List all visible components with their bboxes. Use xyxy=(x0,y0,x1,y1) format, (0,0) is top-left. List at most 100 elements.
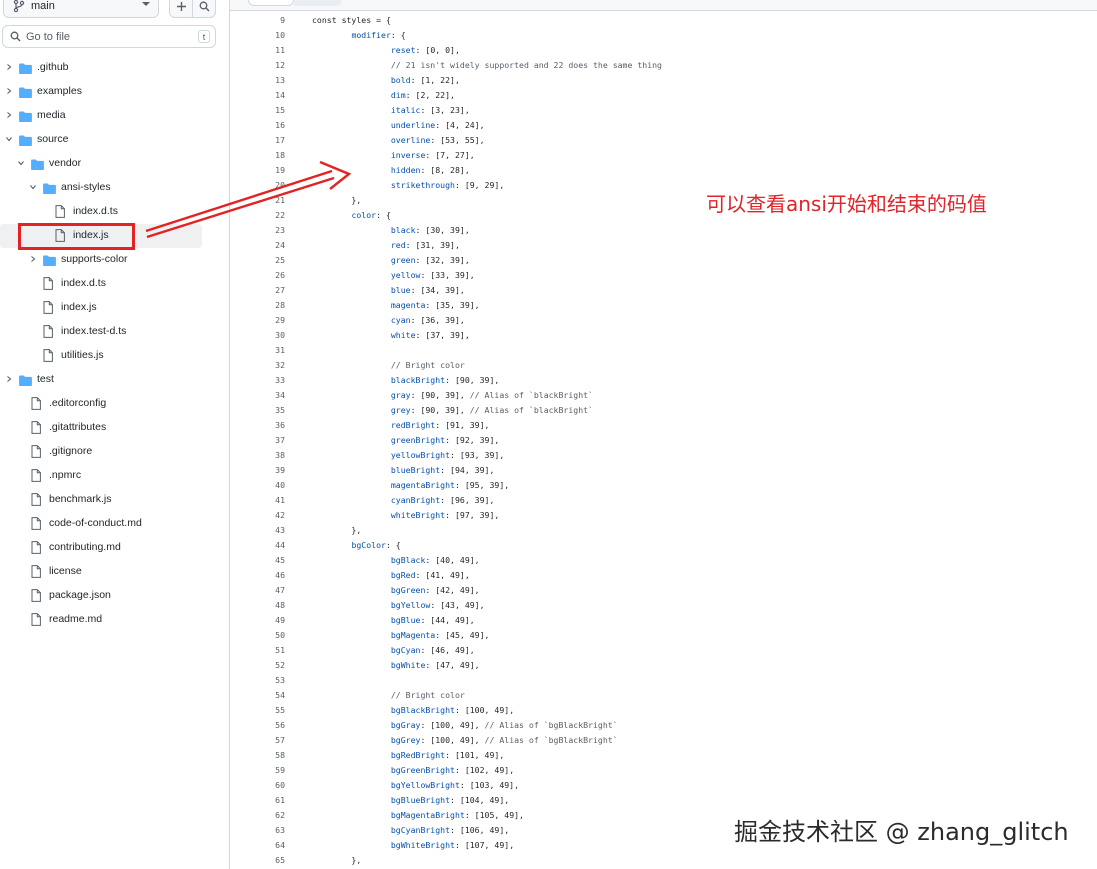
chevron-right-icon[interactable] xyxy=(6,88,12,94)
line-number[interactable]: 12 xyxy=(230,58,285,73)
line-number[interactable]: 17 xyxy=(230,133,285,148)
line-number[interactable]: 28 xyxy=(230,298,285,313)
code-text: strikethrough: [9, 29], xyxy=(390,180,505,190)
line-number[interactable]: 65 xyxy=(230,853,285,868)
line-number[interactable]: 62 xyxy=(230,808,285,823)
chevron-right-icon[interactable] xyxy=(6,112,12,118)
line-number[interactable]: 33 xyxy=(230,373,285,388)
line-number[interactable]: 14 xyxy=(230,88,285,103)
line-number[interactable]: 46 xyxy=(230,568,285,583)
line-number[interactable]: 22 xyxy=(230,208,285,223)
line-number[interactable]: 35 xyxy=(230,403,285,418)
tree-file-row[interactable]: code-of-conduct.md xyxy=(0,512,229,536)
line-number[interactable]: 38 xyxy=(230,448,285,463)
line-number[interactable]: 61 xyxy=(230,793,285,808)
line-number[interactable]: 30 xyxy=(230,328,285,343)
line-number[interactable]: 23 xyxy=(230,223,285,238)
tree-file-row[interactable]: index.d.ts xyxy=(0,272,229,296)
line-number[interactable]: 10 xyxy=(230,28,285,43)
tree-folder-row[interactable]: ansi-styles xyxy=(0,176,229,200)
line-number[interactable]: 26 xyxy=(230,268,285,283)
line-number[interactable]: 34 xyxy=(230,388,285,403)
line-number[interactable]: 63 xyxy=(230,823,285,838)
tree-file-row[interactable]: .gitignore xyxy=(0,440,229,464)
line-number[interactable]: 20 xyxy=(230,178,285,193)
line-number[interactable]: 57 xyxy=(230,733,285,748)
tree-folder-row[interactable]: examples xyxy=(0,80,229,104)
chevron-right-icon[interactable] xyxy=(6,376,12,382)
line-number[interactable]: 21 xyxy=(230,193,285,208)
tree-folder-row[interactable]: vendor xyxy=(0,152,229,176)
tree-file-row[interactable]: utilities.js xyxy=(0,344,229,368)
add-file-button[interactable] xyxy=(169,0,193,18)
line-number[interactable]: 36 xyxy=(230,418,285,433)
line-number[interactable]: 29 xyxy=(230,313,285,328)
line-number[interactable]: 47 xyxy=(230,583,285,598)
line-number[interactable]: 59 xyxy=(230,763,285,778)
chevron-down-icon[interactable] xyxy=(18,160,24,166)
line-number[interactable]: 51 xyxy=(230,643,285,658)
tree-file-row[interactable]: .npmrc xyxy=(0,464,229,488)
line-number[interactable]: 64 xyxy=(230,838,285,853)
tree-folder-row[interactable]: media xyxy=(0,104,229,128)
line-number[interactable]: 31 xyxy=(230,343,285,358)
line-number[interactable]: 18 xyxy=(230,148,285,163)
tree-file-row[interactable]: index.js xyxy=(0,296,229,320)
line-number[interactable]: 37 xyxy=(230,433,285,448)
line-number[interactable]: 41 xyxy=(230,493,285,508)
line-number[interactable]: 40 xyxy=(230,478,285,493)
tree-file-row[interactable]: index.test-d.ts xyxy=(0,320,229,344)
line-number[interactable]: 60 xyxy=(230,778,285,793)
tree-folder-row[interactable]: supports-color xyxy=(0,248,229,272)
line-number[interactable]: 49 xyxy=(230,613,285,628)
line-number[interactable]: 54 xyxy=(230,688,285,703)
line-number[interactable]: 39 xyxy=(230,463,285,478)
tree-file-row[interactable]: contributing.md xyxy=(0,536,229,560)
tab-code[interactable] xyxy=(248,0,294,6)
line-number[interactable]: 24 xyxy=(230,238,285,253)
line-number[interactable]: 56 xyxy=(230,718,285,733)
line-number[interactable]: 9 xyxy=(230,13,285,28)
line-number[interactable]: 52 xyxy=(230,658,285,673)
tree-file-row[interactable]: index.d.ts xyxy=(0,200,229,224)
line-number[interactable]: 25 xyxy=(230,253,285,268)
chevron-right-icon[interactable] xyxy=(30,256,36,262)
line-number[interactable]: 27 xyxy=(230,283,285,298)
tree-file-row[interactable]: license xyxy=(0,560,229,584)
tree-file-row[interactable]: .gitattributes xyxy=(0,416,229,440)
code-line: 38 yellowBright: [93, 39], xyxy=(230,448,1090,463)
line-number[interactable]: 42 xyxy=(230,508,285,523)
code-text: }, xyxy=(312,525,362,535)
line-number[interactable]: 32 xyxy=(230,358,285,373)
line-number[interactable]: 58 xyxy=(230,748,285,763)
line-number[interactable]: 53 xyxy=(230,673,285,688)
tree-file-row[interactable]: package.json xyxy=(0,584,229,608)
line-number[interactable]: 16 xyxy=(230,118,285,133)
tree-folder-row[interactable]: test xyxy=(0,368,229,392)
tab-blame[interactable] xyxy=(294,0,342,6)
line-number[interactable]: 45 xyxy=(230,553,285,568)
tree-item-label: index.d.ts xyxy=(73,205,118,217)
line-number[interactable]: 15 xyxy=(230,103,285,118)
code-text: bgCyan: [46, 49], xyxy=(390,645,475,655)
tree-file-row[interactable]: .editorconfig xyxy=(0,392,229,416)
go-to-file-input[interactable]: Go to file t xyxy=(2,25,216,48)
line-number[interactable]: 13 xyxy=(230,73,285,88)
line-number[interactable]: 50 xyxy=(230,628,285,643)
tree-folder-row[interactable]: .github xyxy=(0,56,229,80)
chevron-right-icon[interactable] xyxy=(6,64,12,70)
line-number[interactable]: 48 xyxy=(230,598,285,613)
branch-selector-button[interactable]: main xyxy=(3,0,159,18)
line-number[interactable]: 11 xyxy=(230,43,285,58)
tree-folder-row[interactable]: source xyxy=(0,128,229,152)
file-icon xyxy=(43,301,53,314)
search-code-button[interactable] xyxy=(192,0,216,18)
line-number[interactable]: 43 xyxy=(230,523,285,538)
line-number[interactable]: 19 xyxy=(230,163,285,178)
line-number[interactable]: 44 xyxy=(230,538,285,553)
chevron-down-icon[interactable] xyxy=(6,136,12,142)
line-number[interactable]: 55 xyxy=(230,703,285,718)
tree-file-row[interactable]: readme.md xyxy=(0,608,229,632)
chevron-down-icon[interactable] xyxy=(30,184,36,190)
tree-file-row[interactable]: benchmark.js xyxy=(0,488,229,512)
